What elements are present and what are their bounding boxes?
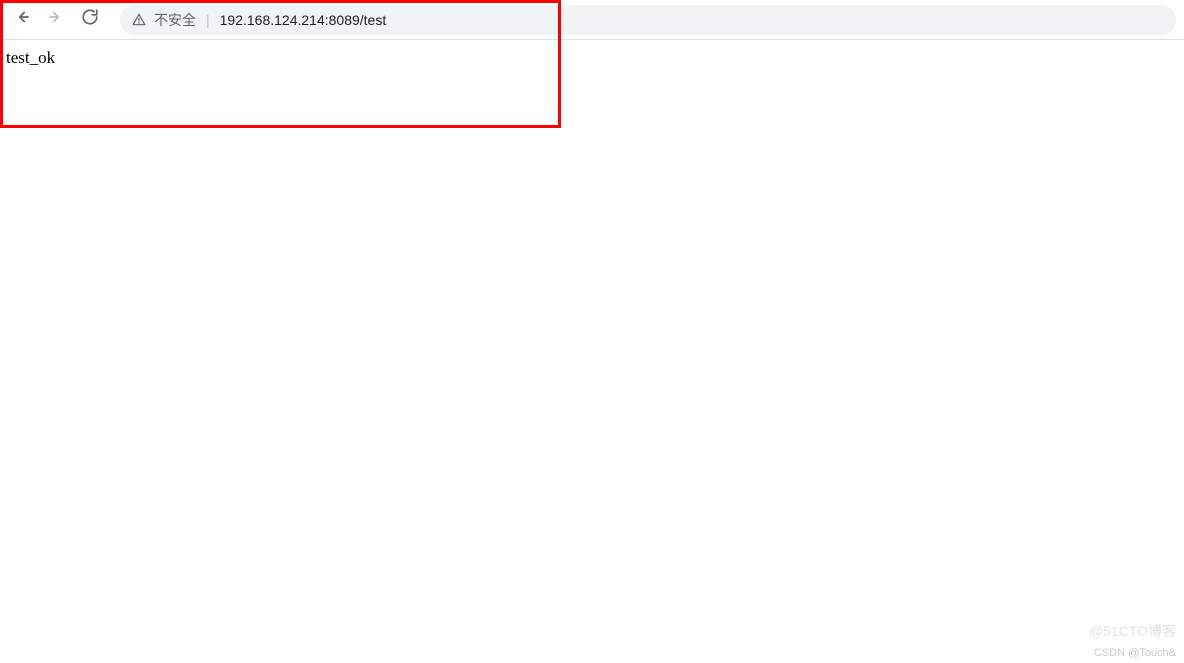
arrow-right-icon — [47, 8, 65, 31]
address-divider: | — [206, 12, 210, 28]
security-status-label: 不安全 — [154, 10, 196, 30]
arrow-left-icon — [13, 8, 31, 31]
address-bar[interactable]: 不安全 | 192.168.124.214:8089/test — [120, 5, 1176, 35]
forward-button[interactable] — [42, 6, 70, 34]
reload-button[interactable] — [76, 6, 104, 34]
reload-icon — [81, 8, 99, 31]
browser-toolbar: 不安全 | 192.168.124.214:8089/test — [0, 0, 1184, 40]
page-body: test_ok — [0, 40, 1184, 76]
response-text: test_ok — [6, 48, 55, 67]
url-text: 192.168.124.214:8089/test — [220, 12, 387, 28]
back-button[interactable] — [8, 6, 36, 34]
watermark-top: @51CTO博客 — [1089, 621, 1176, 641]
not-secure-warning-icon — [132, 13, 146, 27]
watermark-bottom: CSDN @Touch& — [1094, 647, 1176, 659]
